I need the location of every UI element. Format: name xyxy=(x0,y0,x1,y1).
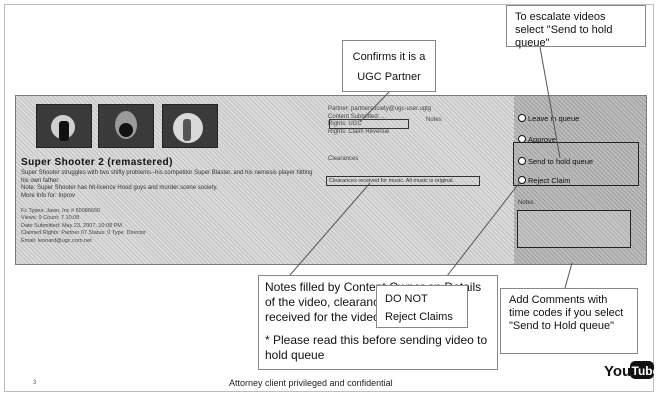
callout-do-not-reject: DO NOT Reject Claims xyxy=(376,285,468,328)
youtube-logo-icon: You Tube xyxy=(604,361,655,380)
svg-text:Tube: Tube xyxy=(632,364,655,378)
leader-ugc xyxy=(359,91,390,123)
confidentiality-footer: Attorney client privileged and confident… xyxy=(229,378,393,388)
page-number: 3 xyxy=(33,380,37,386)
callout-escalate: To escalate videos select "Send to hold … xyxy=(506,5,646,49)
svg-text:You: You xyxy=(604,363,631,380)
leader-notes xyxy=(289,182,371,276)
leader-dont xyxy=(439,181,521,286)
callout-add-comments: Add Comments with time codes if you sele… xyxy=(500,288,638,354)
leader-comments xyxy=(564,262,573,289)
leader-escalate xyxy=(539,46,561,159)
callout-ugc-partner: Confirms it is a UGC Partner xyxy=(342,40,436,92)
